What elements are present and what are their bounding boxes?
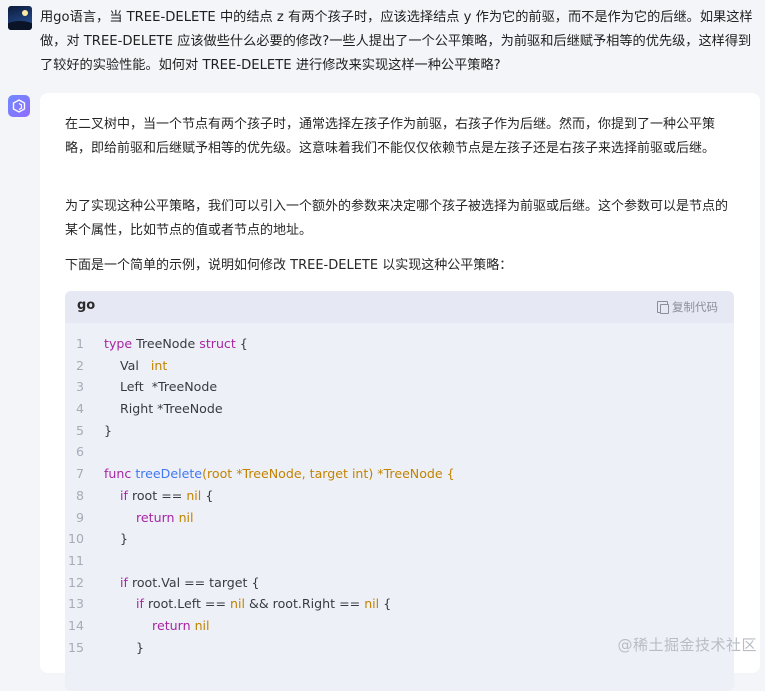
line-number: 1	[75, 336, 84, 351]
code-token: if	[136, 596, 144, 612]
code-text: Val int	[104, 355, 167, 377]
user-question: 用go语言，当 TREE-DELETE 中的结点 z 有两个孩子时，应该选择结点…	[40, 10, 753, 73]
user-avatar	[8, 6, 32, 30]
line-number: 4	[75, 401, 84, 417]
code-text: func treeDelete(root *TreeNode, target i…	[104, 463, 455, 485]
code-line: 7 func treeDelete(root *TreeNode, target …	[65, 463, 734, 485]
ai-assistant-icon	[8, 95, 30, 117]
code-token: root.Val == target {	[127, 574, 260, 590]
code-line: 6	[65, 441, 734, 463]
code-text: type TreeNode struct {	[104, 333, 248, 355]
code-text: if root.Left == nil && root.Right == nil…	[104, 593, 391, 615]
line-number: 11	[67, 552, 84, 568]
code-language-label: go	[77, 298, 96, 313]
copy-code-button[interactable]: 复制代码	[657, 299, 718, 315]
code-block-header: go 复制代码	[65, 291, 734, 323]
line-number: 7	[75, 466, 84, 482]
copy-code-label: 复制代码	[672, 300, 718, 314]
code-text: return nil	[104, 507, 194, 529]
code-text: if root == nil {	[104, 485, 213, 507]
code-token: && root.Right ==	[245, 596, 365, 612]
code-token: {	[379, 596, 392, 612]
line-number: 14	[67, 617, 84, 633]
line-number: 10	[67, 531, 84, 547]
code-token: root ==	[127, 487, 187, 503]
code-line: 4 Right *TreeNode	[65, 398, 734, 420]
code-text: if root.Val == target {	[104, 572, 259, 594]
answer-paragraph: 为了实现这种公平策略，我们可以引入一个额外的参数来决定哪个孩子被选择为前驱或后继…	[65, 199, 729, 238]
code-token: int	[150, 357, 168, 373]
code-line: 9 return nil	[65, 507, 734, 529]
assistant-answer-card: 在二叉树中，当一个节点有两个孩子时，通常选择左孩子作为前驱，右孩子作为后继。然而…	[40, 93, 760, 691]
code-line: 2 Val int	[65, 355, 734, 377]
code-token: {	[235, 336, 248, 351]
code-token: return	[152, 617, 191, 633]
code-line: 3 Left *TreeNode	[65, 376, 734, 398]
code-token: TreeNode	[132, 336, 200, 351]
code-line: 12 if root.Val == target {	[65, 572, 734, 594]
code-token: (root *TreeNode, target	[202, 466, 352, 482]
code-token: return	[136, 509, 175, 525]
line-number: 12	[67, 574, 84, 590]
code-token: }	[104, 422, 113, 438]
answer-paragraph: 下面是一个简单的示例，说明如何修改 TREE-DELETE 以实现这种公平策略：	[65, 258, 513, 273]
code-text: return nil	[104, 615, 210, 637]
code-text: }	[104, 637, 144, 659]
code-token: func	[104, 466, 132, 482]
code-token: nil	[178, 509, 194, 525]
line-number: 9	[75, 509, 84, 525]
code-token: type	[104, 336, 133, 351]
watermark: @稀土掘金技术社区	[617, 636, 757, 654]
code-lines: 1 type TreeNode struct {2 Val int 3 Left *…	[65, 333, 734, 658]
code-text: }	[104, 528, 128, 550]
code-token: Left *TreeNode	[104, 379, 218, 395]
code-line: 10 }	[65, 528, 734, 550]
line-number: 2	[75, 357, 84, 373]
code-token: }	[104, 531, 129, 547]
code-line: 1 type TreeNode struct {	[65, 333, 734, 355]
code-token: Right *TreeNode	[104, 401, 223, 417]
code-text: Left *TreeNode	[104, 376, 217, 398]
line-number: 3	[75, 379, 84, 395]
line-number: 5	[75, 422, 84, 438]
code-token: nil	[364, 596, 380, 612]
code-token: {	[201, 487, 214, 503]
code-token: struct	[199, 336, 236, 351]
code-token: nil	[194, 617, 210, 633]
code-token: if	[120, 487, 128, 503]
code-text: }	[104, 420, 112, 442]
answer-paragraph: 在二叉树中，当一个节点有两个孩子时，通常选择左孩子作为前驱，右孩子作为后继。然而…	[65, 117, 716, 156]
line-number: 13	[67, 596, 84, 612]
code-text: Right *TreeNode	[104, 398, 223, 420]
code-token: nil	[186, 487, 202, 503]
code-token: if	[120, 574, 128, 590]
code-block: go 复制代码 1 type TreeNode struct {2 Val int…	[65, 291, 734, 691]
line-number: 8	[75, 487, 84, 503]
code-token: }	[104, 639, 145, 655]
code-token: Val	[104, 357, 151, 373]
line-number: 6	[75, 444, 84, 460]
code-line: 8 if root == nil {	[65, 485, 734, 507]
code-token: ) *TreeNode {	[368, 466, 455, 482]
code-token: nil	[230, 596, 246, 612]
copy-icon	[657, 301, 669, 314]
code-line: 13 if root.Left == nil && root.Right == …	[65, 593, 734, 615]
code-token: treeDelete	[135, 466, 203, 482]
code-token: root.Left ==	[143, 596, 231, 612]
code-line: 5}	[65, 420, 734, 442]
code-line: 11	[65, 550, 734, 572]
code-token: int	[351, 466, 369, 482]
line-number: 15	[67, 639, 84, 655]
